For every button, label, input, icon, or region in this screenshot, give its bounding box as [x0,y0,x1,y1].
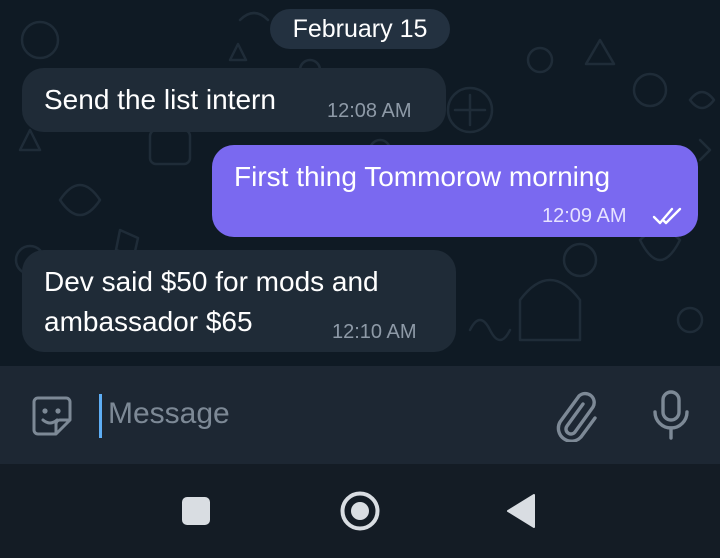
paperclip-icon[interactable] [553,390,597,442]
sticker-icon[interactable] [30,394,74,438]
date-separator: February 15 [270,9,450,49]
message-bubble-outgoing[interactable]: First thing Tommorow morning 12:09 AM [212,145,698,237]
message-time: 12:08 AM [327,100,412,122]
message-text-line: Dev said $50 for mods and [44,266,379,297]
message-composer: Message [0,366,720,464]
message-text: Send the list intern [44,84,276,115]
text-caret [99,394,102,438]
message-time: 12:09 AM [542,205,627,227]
message-input[interactable]: Message [108,396,230,432]
system-navigation-bar [0,464,720,558]
microphone-icon[interactable] [651,390,691,442]
recents-square-icon[interactable] [181,496,211,526]
back-triangle-icon[interactable] [506,493,536,529]
double-check-icon [652,207,682,225]
message-bubble-incoming[interactable]: Send the list intern 12:08 AM [22,68,446,132]
message-text-line: ambassador $65 [44,306,253,337]
date-separator-label: February 15 [292,15,428,43]
message-time: 12:10 AM [332,321,417,343]
message-text: First thing Tommorow morning [234,161,611,192]
chat-area[interactable]: February 15 Send the list intern 12:08 A… [0,0,720,366]
message-bubble-incoming[interactable]: Dev said $50 for mods and ambassador $65… [22,250,456,352]
home-circle-icon[interactable] [339,490,381,532]
